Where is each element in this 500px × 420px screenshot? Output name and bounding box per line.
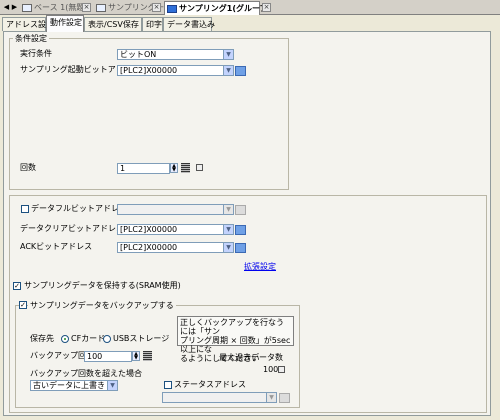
max-past-data-value: 100 [263, 365, 279, 374]
scroll-left-icon[interactable]: ◀ [3, 3, 10, 12]
backup-note: 正しくバックアップを行なうには「サン プリング周期 × 回数」が5sec以上にな… [177, 316, 294, 363]
backup-count-value: 100 [87, 352, 103, 361]
keypad-icon[interactable] [279, 393, 290, 403]
calculator-icon[interactable] [181, 163, 190, 173]
screen-icon [22, 4, 32, 12]
doc-tab-sampling-list[interactable]: サンプリング一覧 [94, 1, 172, 15]
scroll-right-icon[interactable]: ▶ [11, 3, 18, 12]
chevron-down-icon: ▼ [223, 225, 233, 234]
data-full-bit-select[interactable]: ▼ [117, 204, 234, 215]
status-address-checkbox[interactable] [164, 381, 172, 389]
calculator-icon[interactable] [143, 351, 152, 361]
chevron-down-icon: ▼ [107, 381, 117, 390]
count-label: 回数 [20, 163, 36, 172]
max-past-data-label: 最大過去データ数 [219, 353, 283, 362]
backup-count-spinner[interactable]: ▲ ▼ [132, 351, 140, 361]
backup-exceed-value: 古いデータに上書き [33, 381, 105, 390]
doc-tab-base[interactable]: ベース 1(無題) [20, 1, 87, 15]
status-address-select[interactable]: ▼ [162, 392, 277, 403]
ack-bit-value: [PLC2]X00000 [120, 243, 178, 252]
tab-label: 表示/CSV保存 [88, 20, 139, 29]
cf-card-radio[interactable] [61, 335, 69, 343]
condition-group-label: 条件設定 [13, 33, 49, 44]
count-input[interactable]: 1 [117, 163, 170, 174]
tab-operation-settings[interactable]: 動作設定 [46, 15, 84, 32]
count-spinner[interactable]: ▲ ▼ [170, 163, 178, 173]
retain-sram-label: サンプリングデータを保持する(SRAM使用) [24, 281, 181, 290]
tab-label: 印字 [146, 20, 162, 29]
backup-count-input[interactable]: 100 [84, 351, 132, 362]
doc-tab-sampling-group[interactable]: サンプリング1(グループ [164, 1, 268, 15]
chevron-down-icon: ▼ [223, 66, 233, 75]
sampling-icon [167, 5, 177, 13]
tab-display-csv[interactable]: 表示/CSV保存 [84, 17, 142, 31]
retain-sram-checkbox[interactable]: ✓ [13, 282, 21, 290]
close-tab-icon[interactable]: × [82, 3, 91, 12]
usb-storage-label: USBストレージ [113, 334, 170, 343]
document-tab-bar: ◀ ▶ ベース 1(無題) × サンプリング一覧 × サンプリング1(グループ … [0, 0, 500, 15]
list-icon [96, 4, 106, 12]
extended-settings-link[interactable]: 拡張設定 [244, 261, 276, 272]
exec-condition-label: 実行条件 [20, 49, 52, 58]
chevron-down-icon: ▼ [223, 243, 233, 252]
keypad-icon[interactable] [235, 205, 246, 215]
count-value: 1 [120, 164, 126, 173]
tab-label: データ書込み [167, 20, 215, 29]
exec-condition-select[interactable]: ビットON ▼ [117, 49, 234, 60]
save-destination-label: 保存先 [30, 334, 54, 343]
doc-tab-label: サンプリング一覧 [108, 3, 172, 12]
cf-card-label: CFカード [71, 334, 106, 343]
keypad-icon[interactable] [235, 243, 246, 253]
ack-bit-select[interactable]: [PLC2]X00000 ▼ [117, 242, 234, 253]
doc-tab-label: ベース 1(無題) [34, 3, 88, 12]
backup-exceed-label: バックアップ回数を超えた場合 [30, 369, 142, 378]
tab-address-settings[interactable]: アドレス設定 [2, 17, 54, 31]
data-full-bit-checkbox[interactable] [21, 205, 29, 213]
backup-label: サンプリングデータをバックアップする [28, 300, 176, 311]
start-bit-address-select[interactable]: [PLC2]X00000 ▼ [117, 65, 234, 76]
info-icon[interactable] [278, 366, 285, 373]
backup-checkbox[interactable]: ✓ [19, 301, 27, 309]
doc-tab-label: サンプリング1(グループ [179, 4, 268, 13]
keypad-icon[interactable] [235, 225, 246, 235]
ack-bit-label: ACKビットアドレス [20, 242, 93, 251]
tab-print[interactable]: 印字 [142, 17, 163, 31]
chevron-down-icon: ▼ [223, 50, 233, 59]
data-clear-bit-label: データクリアビットアドレス [20, 224, 124, 233]
start-bit-address-value: [PLC2]X00000 [120, 66, 178, 75]
close-tab-icon[interactable]: × [152, 3, 161, 12]
data-clear-bit-value: [PLC2]X00000 [120, 225, 178, 234]
chevron-down-icon: ▼ [223, 205, 233, 214]
exec-condition-value: ビットON [120, 50, 157, 59]
chevron-down-icon: ▼ [266, 393, 276, 402]
data-clear-bit-select[interactable]: [PLC2]X00000 ▼ [117, 224, 234, 235]
input-settings-icon[interactable] [196, 164, 203, 171]
backup-exceed-select[interactable]: 古いデータに上書き ▼ [30, 380, 118, 391]
data-full-bit-label: データフルビットアドレス [31, 204, 127, 213]
close-tab-icon[interactable]: × [262, 3, 271, 12]
tab-data-write[interactable]: データ書込み [163, 17, 215, 31]
tab-label: 動作設定 [50, 18, 82, 27]
usb-storage-radio[interactable] [103, 335, 111, 343]
status-address-label: ステータスアドレス [174, 380, 246, 389]
keypad-icon[interactable] [235, 66, 246, 76]
